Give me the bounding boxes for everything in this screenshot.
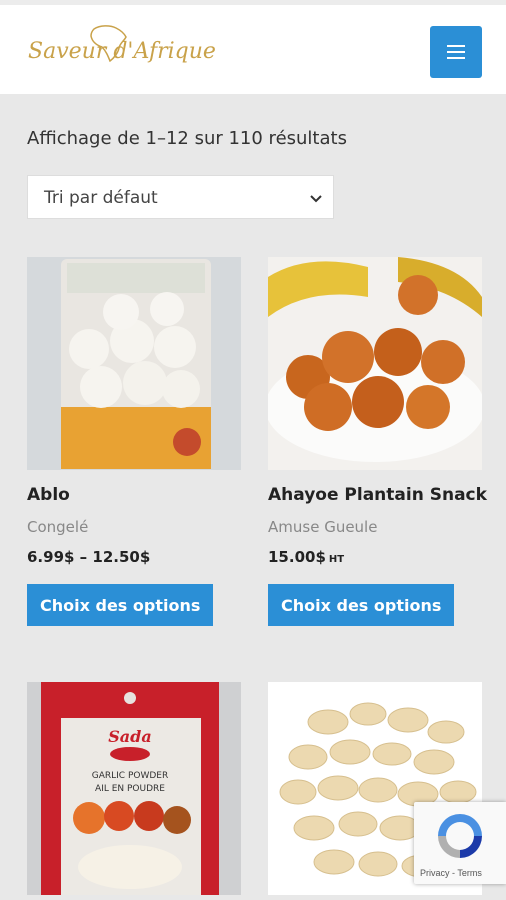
product-title[interactable]: Ablo	[27, 485, 70, 505]
product-card: Sada GARLIC POWDER AIL EN POUDRE	[27, 682, 241, 900]
product-price: 6.99$ – 12.50$	[27, 548, 151, 566]
product-card: Ablo Congelé 6.99$ – 12.50$ Choix des op…	[27, 257, 241, 627]
product-image[interactable]	[268, 257, 482, 470]
chevron-down-icon	[310, 195, 322, 203]
hamburger-icon	[447, 45, 465, 47]
site-logo[interactable]: Saveur d'Afrique	[28, 23, 216, 75]
pack-line-1: GARLIC POWDER	[92, 771, 168, 781]
product-category: Congelé	[27, 518, 89, 536]
product-card: Ahayoe Plantain Snack Amuse Gueule 15.00…	[268, 257, 487, 627]
recaptcha-privacy-link[interactable]: Privacy	[420, 868, 450, 878]
pack-line-2: AIL EN POUDRE	[95, 784, 165, 794]
product-price: 15.00$ HT	[268, 548, 345, 566]
choose-options-button[interactable]: Choix des options	[27, 584, 214, 626]
result-count: Affichage de 1–12 sur 110 résultats	[27, 128, 347, 149]
recaptcha-logo-icon	[438, 814, 482, 858]
recaptcha-badge[interactable]: Privacy - Terms	[414, 802, 506, 884]
price-tax-suffix: HT	[328, 554, 345, 565]
sort-select[interactable]: Tri par défaut	[27, 175, 334, 219]
recaptcha-terms-link[interactable]: Terms	[457, 868, 482, 878]
choose-options-button[interactable]: Choix des options	[268, 584, 455, 626]
menu-toggle-button[interactable]	[430, 26, 482, 78]
logo-text: Saveur d'Afrique	[28, 39, 216, 64]
product-category: Amuse Gueule	[268, 518, 378, 536]
site-header: Saveur d'Afrique	[0, 5, 506, 94]
pack-brand-text: Sada	[108, 727, 151, 746]
product-image[interactable]	[27, 257, 241, 470]
product-image[interactable]: Sada GARLIC POWDER AIL EN POUDRE	[27, 682, 241, 895]
sort-selected-value: Tri par défaut	[44, 188, 158, 208]
recaptcha-links: Privacy - Terms	[420, 868, 482, 878]
product-title[interactable]: Ahayoe Plantain Snack	[268, 485, 487, 505]
